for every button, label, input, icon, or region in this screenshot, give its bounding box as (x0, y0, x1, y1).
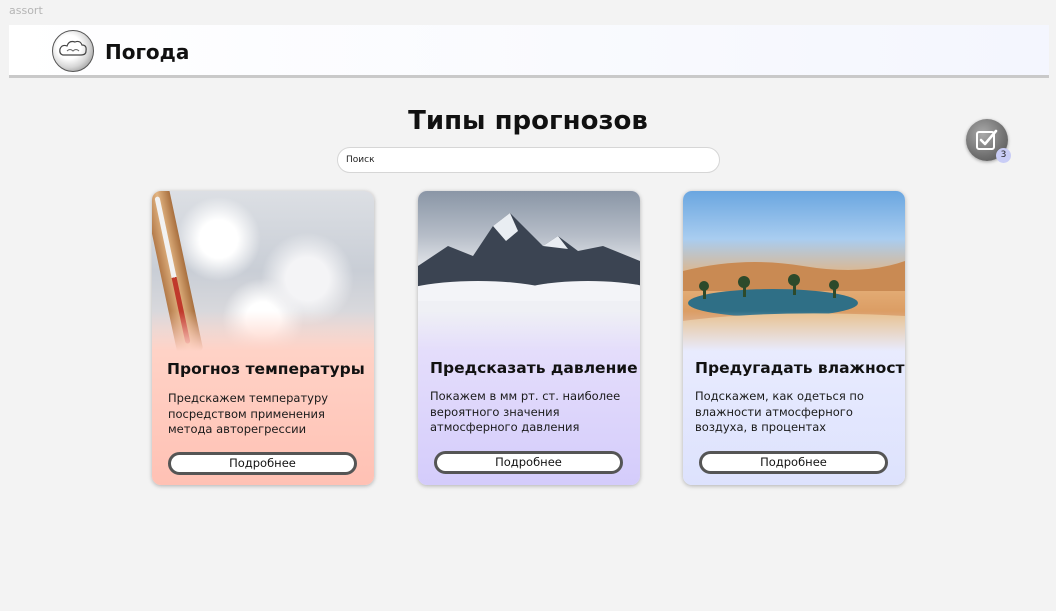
page-title: Типы прогнозов (408, 106, 648, 136)
more-button[interactable]: Подробнее (434, 451, 623, 474)
card-title: Предугадать влажность (695, 359, 905, 377)
window-title: assort (9, 4, 43, 17)
more-button[interactable]: Подробнее (699, 451, 888, 474)
forecast-card-pressure[interactable]: Предсказать давление Покажем в мм рт. ст… (418, 191, 640, 485)
card-title: Прогноз температуры (167, 360, 365, 378)
app-brand[interactable]: Погода (105, 40, 189, 64)
selection-count-badge: 3 (996, 148, 1011, 163)
card-description: Предскажем температуру посредством приме… (168, 391, 329, 436)
forecast-card-humidity[interactable]: Предугадать влажность Подскажем, как оде… (683, 191, 905, 485)
checkbox-icon (976, 129, 998, 150)
card-description: Покажем в мм рт. ст. наиболее вероятного… (430, 389, 621, 434)
header-bar: Погода (9, 25, 1049, 78)
desert-oasis-image (683, 191, 905, 351)
thermometer-snow-image (152, 191, 374, 351)
forecast-card-temperature[interactable]: Прогноз температуры Предскажем температу… (152, 191, 374, 485)
cloud-logo-icon[interactable] (52, 30, 94, 72)
card-description: Подскажем, как одеться по влажности атмо… (695, 389, 864, 434)
search-input[interactable] (337, 147, 720, 173)
card-title: Предсказать давление (430, 359, 638, 377)
more-button[interactable]: Подробнее (168, 452, 357, 475)
mountain-clouds-image (418, 191, 640, 351)
